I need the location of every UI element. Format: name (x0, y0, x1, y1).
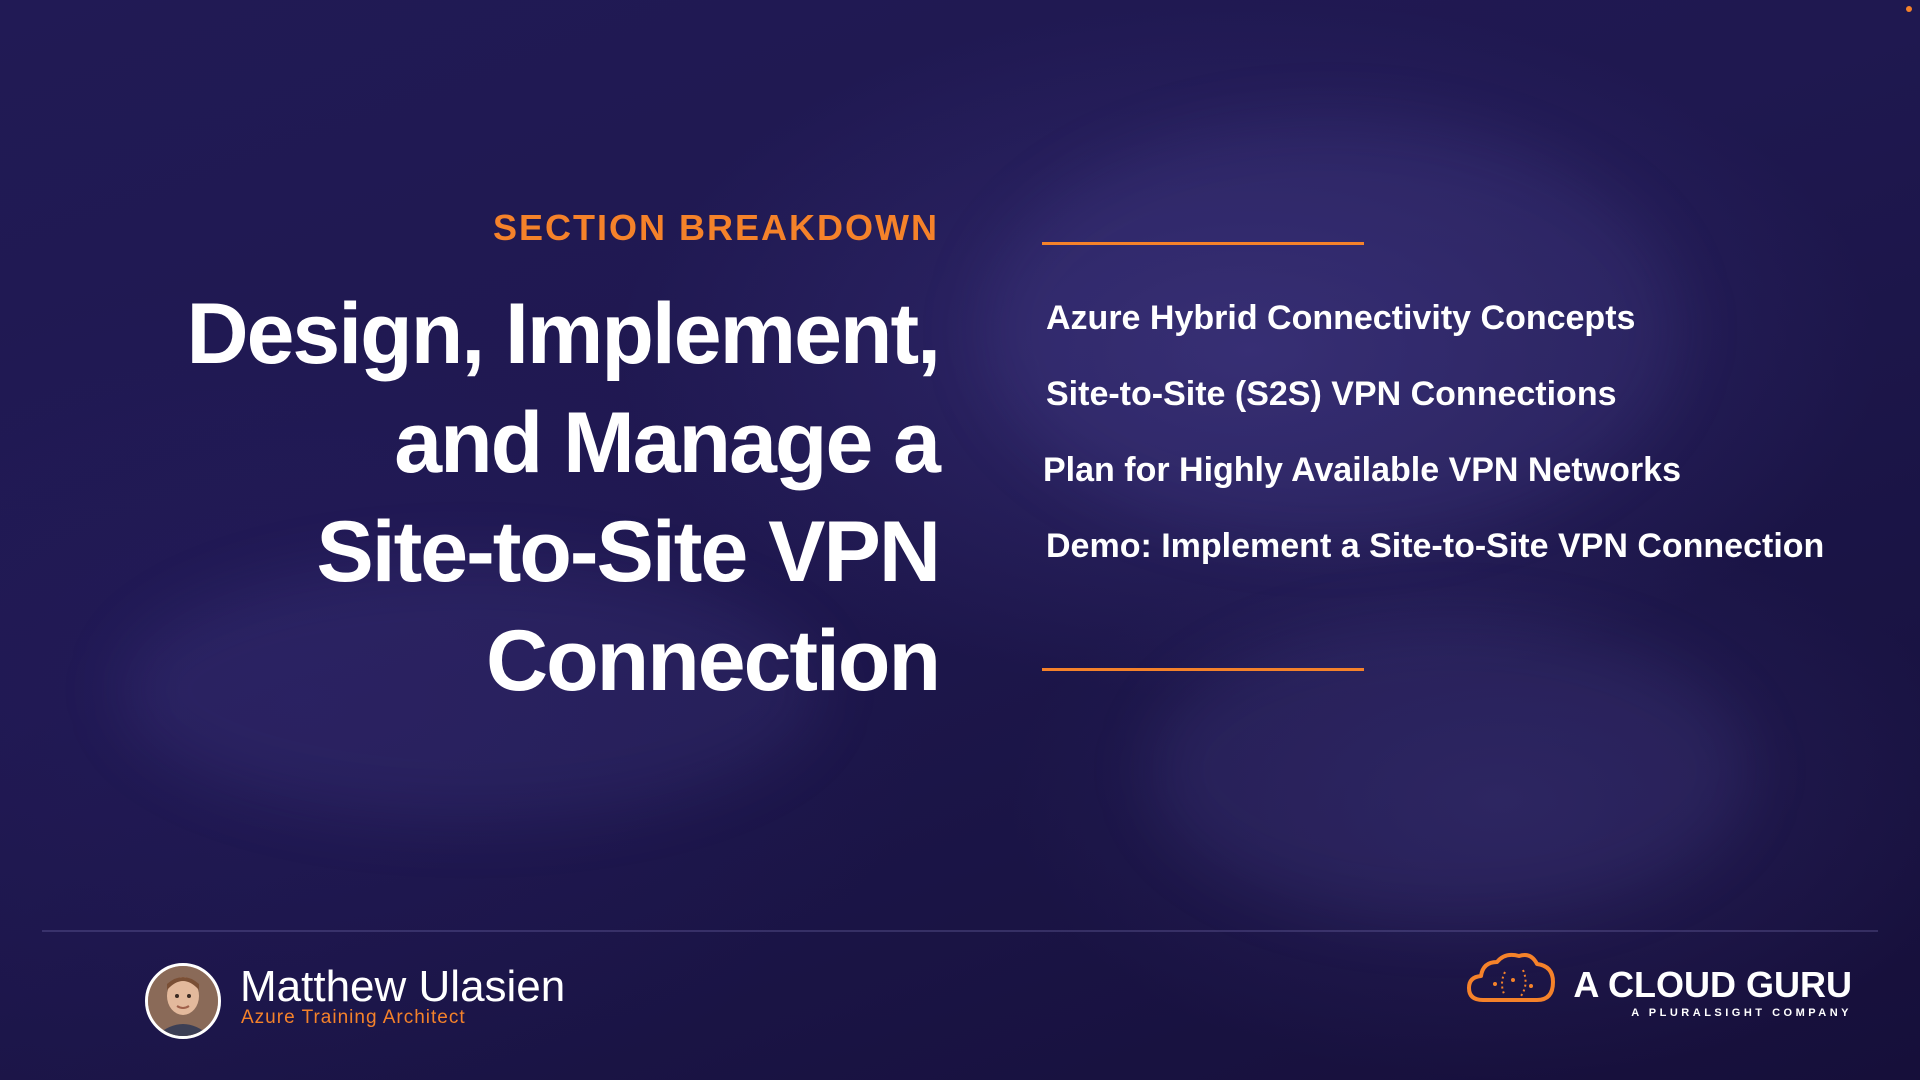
topics-bottom-divider (1042, 668, 1364, 671)
topic-item: Azure Hybrid Connectivity Concepts (1046, 299, 1636, 337)
brand-name: A CLOUD GURU (1573, 964, 1852, 1005)
brand-tagline: A PLURALSIGHT COMPANY (1631, 1007, 1852, 1019)
title-line: and Manage a (394, 395, 941, 491)
footer-divider (42, 930, 1878, 932)
background-texture (1150, 620, 1750, 920)
section-title: Design, Implement, and Manage a Site-to-… (39, 280, 942, 716)
topic-item: Site-to-Site (S2S) VPN Connections (1046, 375, 1617, 413)
avatar-portrait-icon (148, 966, 218, 1036)
title-line: Site-to-Site VPN (316, 504, 941, 600)
presenter-role: Azure Training Architect (241, 1007, 466, 1028)
presenter-name: Matthew Ulasien (240, 962, 566, 1011)
title-line: Design, Implement, (186, 286, 942, 382)
section-kicker: SECTION BREAKDOWN (493, 207, 939, 248)
slide: SECTION BREAKDOWN Design, Implement, and… (0, 0, 1920, 1080)
topic-item: Demo: Implement a Site-to-Site VPN Conne… (1046, 527, 1825, 565)
topic-list: Azure Hybrid Connectivity Concepts Site-… (1043, 280, 1825, 584)
title-line: Connection (486, 613, 941, 709)
topic-item: Plan for Highly Available VPN Networks (1043, 451, 1681, 489)
topics-top-divider (1042, 242, 1364, 245)
corner-indicator-dot (1906, 6, 1912, 12)
presenter-avatar (145, 963, 221, 1039)
cloud-logo-icon (1467, 952, 1555, 1002)
